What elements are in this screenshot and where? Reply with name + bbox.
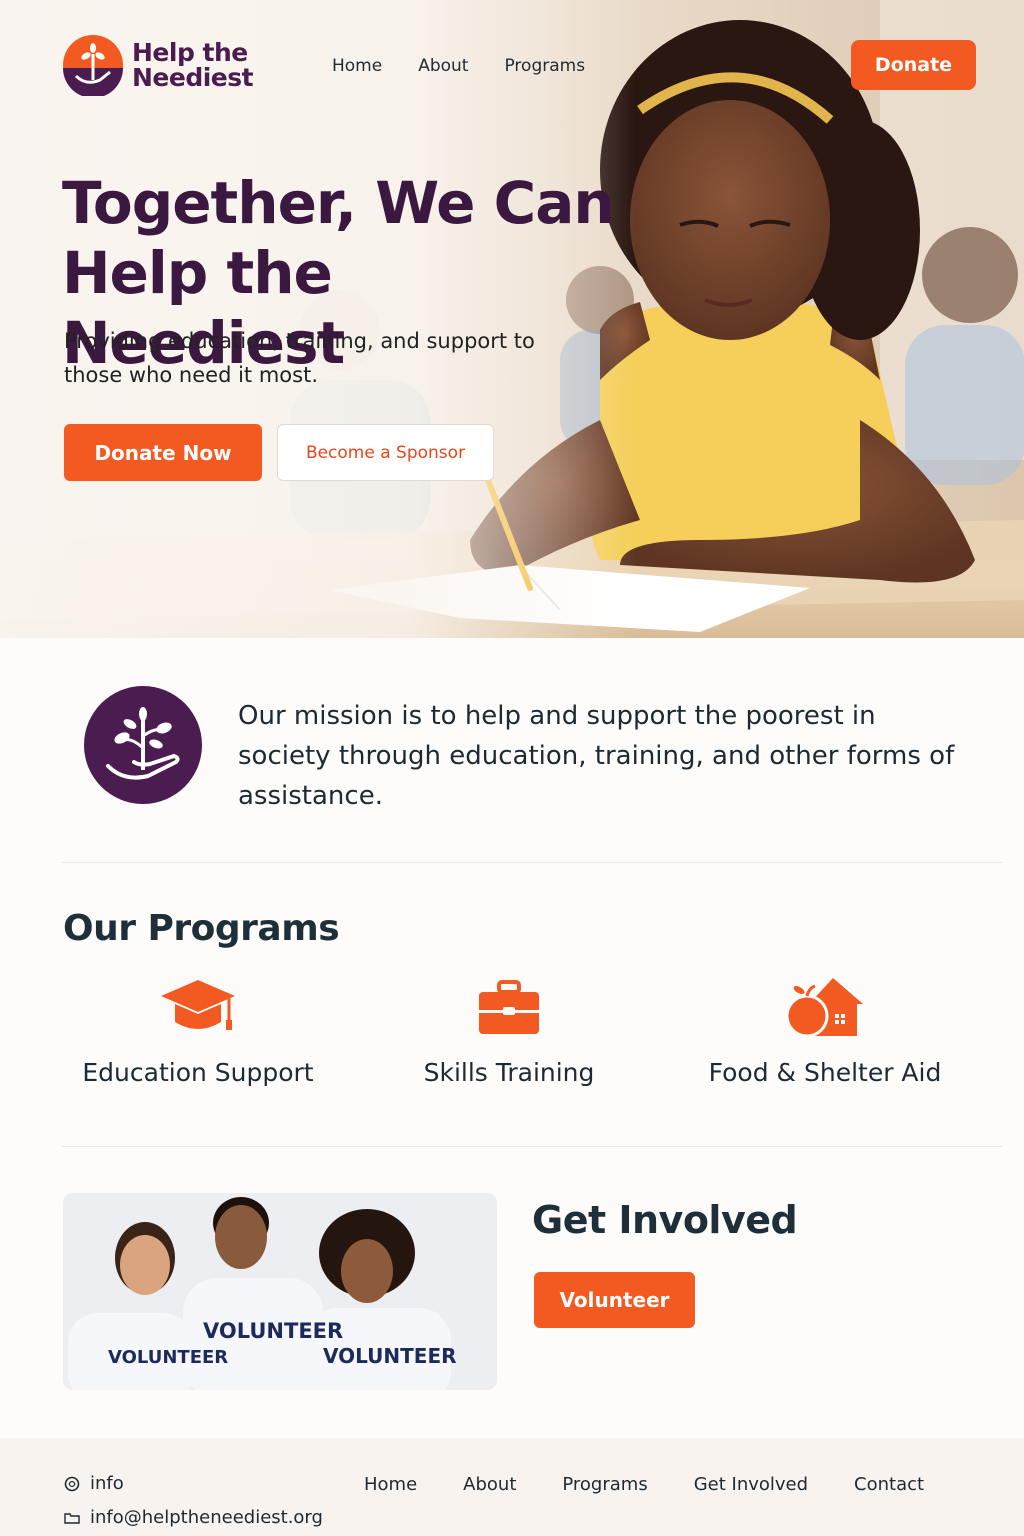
program-label-food-shelter: Food & Shelter Aid — [708, 1058, 942, 1087]
program-food-shelter[interactable]: Food & Shelter Aid — [675, 976, 975, 1087]
footer-info: info — [64, 1473, 124, 1494]
briefcase-icon — [479, 980, 539, 1034]
hero-section: Help the Neediest Home About Programs Do… — [0, 0, 1024, 638]
nav-link-programs[interactable]: Programs — [504, 56, 585, 76]
section-divider — [62, 1146, 1002, 1147]
hero-subtitle: Providing education, training, and suppo… — [64, 329, 535, 387]
footer-link-home[interactable]: Home — [364, 1474, 417, 1495]
brand-name-line1: Help the — [132, 38, 248, 67]
donate-now-button[interactable]: Donate Now — [64, 424, 262, 481]
shirt-text-center: VOLUNTEER — [203, 1319, 343, 1343]
graduation-cap-icon — [161, 980, 235, 1030]
footer-email-link[interactable]: info@helptheneediest.org — [90, 1507, 323, 1528]
brand-name: Help the Neediest — [132, 38, 254, 92]
shirt-text-right: VOLUNTEER — [323, 1344, 457, 1368]
folder-icon — [64, 1512, 80, 1524]
footer-email[interactable]: info@helptheneediest.org — [64, 1507, 323, 1528]
mission-statement: Our mission is to help and support the p… — [238, 701, 955, 811]
logo[interactable]: Help the Neediest — [62, 34, 254, 96]
program-label-skills: Skills Training — [423, 1058, 595, 1087]
volunteers-illustration: VOLUNTEER VOLUNTEER VOLUNTEER — [63, 1193, 497, 1390]
volunteers-image: VOLUNTEER VOLUNTEER VOLUNTEER — [63, 1193, 497, 1390]
volunteer-button[interactable]: Volunteer — [534, 1272, 695, 1328]
globe-icon — [64, 1476, 80, 1491]
logo-icon — [63, 35, 123, 96]
footer-nav: Home About Programs Get Involved Contact — [364, 1474, 970, 1495]
brand-name-line2: Neediest — [132, 63, 254, 92]
program-skills[interactable]: Skills Training — [359, 976, 659, 1087]
programs-title: Our Programs — [63, 908, 340, 949]
donate-button[interactable]: Donate — [851, 40, 976, 90]
plant-hand-icon — [84, 686, 202, 804]
nav-link-home[interactable]: Home — [332, 56, 382, 76]
footer-link-about[interactable]: About — [463, 1474, 516, 1495]
nav-link-about[interactable]: About — [418, 56, 468, 76]
shirt-text-left: VOLUNTEER — [108, 1347, 228, 1368]
footer-link-get-involved[interactable]: Get Involved — [694, 1474, 808, 1495]
program-education[interactable]: Education Support — [48, 976, 348, 1087]
footer-link-contact[interactable]: Contact — [854, 1474, 924, 1495]
get-involved-title: Get Involved — [532, 1198, 798, 1242]
become-sponsor-button[interactable]: Become a Sponsor — [277, 424, 494, 481]
footer-link-programs[interactable]: Programs — [562, 1474, 647, 1495]
apple-house-icon — [785, 978, 863, 1038]
footer-info-label: info — [90, 1473, 124, 1494]
section-divider — [62, 862, 1002, 863]
main-nav: Home About Programs — [332, 56, 621, 76]
program-label-education: Education Support — [82, 1058, 314, 1087]
